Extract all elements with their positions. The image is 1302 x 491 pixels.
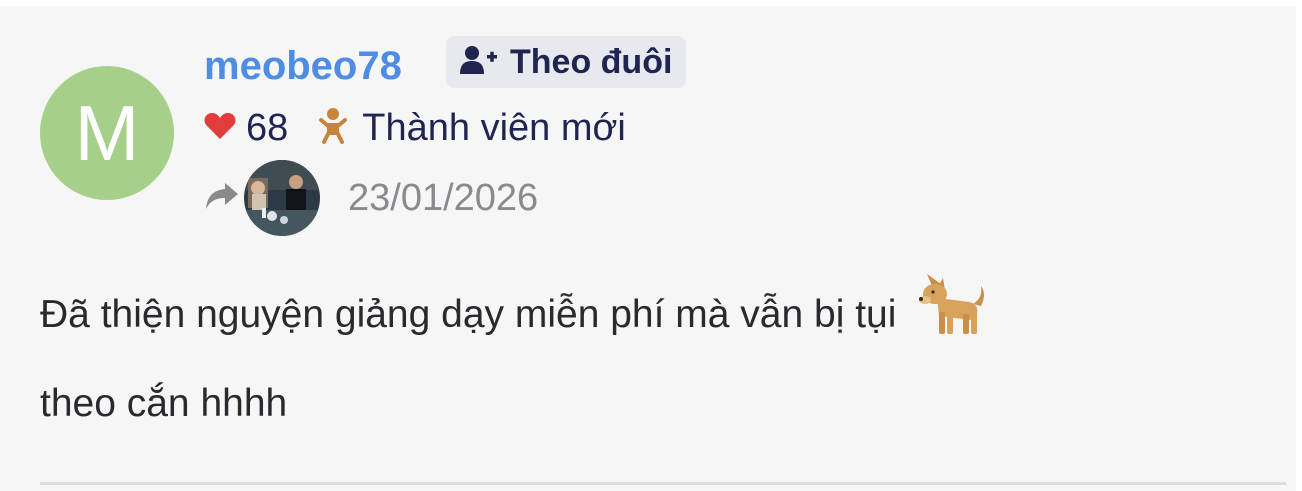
username-link[interactable]: meobeo78 — [204, 40, 402, 92]
post-body-line-2: theo cắn hhhh — [40, 382, 288, 425]
likes-count: 68 — [246, 106, 289, 149]
user-plus-icon — [460, 45, 498, 80]
heart-icon — [204, 112, 236, 145]
shared-photo-thumbnail[interactable] — [244, 160, 320, 236]
baby-icon — [318, 107, 348, 150]
follow-label: Theo đuôi — [510, 42, 673, 81]
post-meta: 23/01/2026 — [204, 158, 538, 238]
divider — [40, 482, 1286, 485]
post-body: Đã thiện nguyện giảng dạy miễn phí mà vẫ… — [40, 268, 1260, 443]
post-body-line-1: Đã thiện nguyện giảng dạy miễn phí mà vẫ… — [40, 292, 897, 336]
avatar[interactable]: M — [40, 66, 174, 200]
post-date: 23/01/2026 — [348, 176, 539, 219]
user-stats: 68 Thành viên mới — [204, 100, 626, 156]
post-card: M meobeo78 Theo đuôi 68 Thành viên mới 2… — [0, 6, 1296, 491]
dog-emoji — [917, 268, 987, 365]
rank-label: Thành viên mới — [362, 106, 626, 149]
share-arrow-icon — [204, 181, 240, 216]
follow-button[interactable]: Theo đuôi — [446, 36, 687, 88]
